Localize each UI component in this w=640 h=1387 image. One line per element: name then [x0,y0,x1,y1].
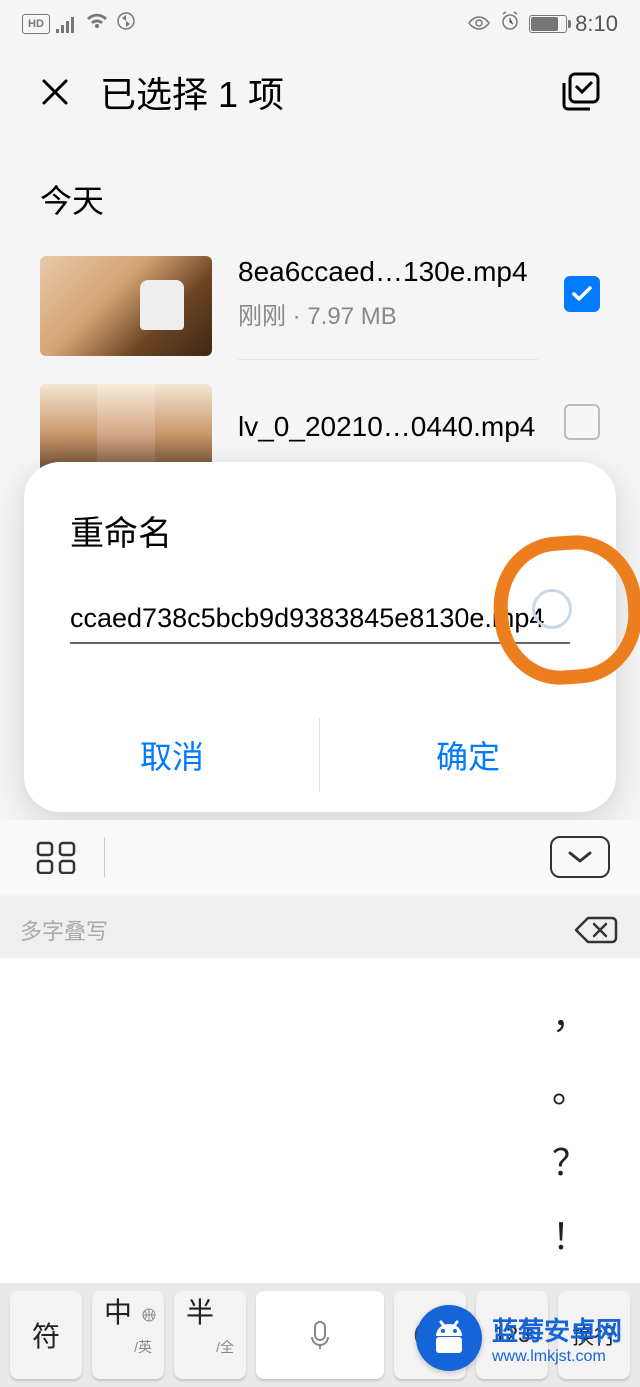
alarm-icon [499,10,521,38]
rename-dialog: 重命名 取消 确定 [24,462,616,812]
section-today: 今天 [0,146,640,240]
file-checkbox[interactable] [564,404,600,440]
halfwidth-key[interactable]: 半/全 [174,1291,246,1379]
backspace-icon[interactable] [572,912,620,948]
punct-period[interactable]: 。 [540,1061,600,1113]
wifi-icon [84,11,110,37]
status-bar: HD 8:10 [0,0,640,46]
file-row[interactable]: 8ea6ccaed…130e.mp4 刚刚 · 7.97 MB [0,240,640,372]
watermark: 蓝莓安卓网 www.lmkjst.com [416,1305,622,1371]
punct-question[interactable]: ？ [540,1134,600,1186]
language-key[interactable]: 中/英 [92,1291,164,1379]
symbol-key[interactable]: 符 [10,1291,82,1379]
page-title: 已选择 1 项 [100,66,284,118]
watermark-title: 蓝莓安卓网 [492,1311,622,1348]
ime-candidate-bar: 多字叠写 [0,896,640,964]
punct-exclaim[interactable]: ！ [540,1208,600,1260]
watermark-url: www.lmkjst.com [492,1348,606,1366]
file-name: 8ea6ccaed…130e.mp4 [238,256,538,288]
eye-icon [467,11,491,37]
close-icon[interactable] [38,75,72,109]
signal-icon [56,15,78,33]
handwriting-area[interactable]: ， 。 ？ ！ [0,958,640,1283]
watermark-logo-icon [416,1305,482,1371]
hd-badge: HD [22,14,50,34]
ime-toolbar [0,820,640,894]
select-all-icon[interactable] [560,71,602,113]
sync-icon [116,11,136,37]
text-cursor-handle[interactable] [532,589,572,629]
space-key[interactable] [256,1291,384,1379]
file-meta: 刚刚 · 7.97 MB [238,296,538,331]
divider [104,837,105,877]
collapse-keyboard-icon[interactable] [550,836,610,878]
battery-icon [529,15,567,33]
apps-icon[interactable] [30,836,84,878]
file-checkbox[interactable] [564,276,600,312]
filename-input[interactable] [70,595,570,644]
cancel-button[interactable]: 取消 [24,698,320,812]
file-name: lv_0_20210…0440.mp4 [238,411,538,443]
dialog-title: 重命名 [24,506,616,595]
confirm-button[interactable]: 确定 [320,698,616,812]
punct-comma[interactable]: ， [540,987,600,1039]
handwriting-hint: 多字叠写 [20,914,108,946]
status-time: 8:10 [575,11,618,37]
globe-icon [142,1297,156,1311]
video-thumbnail [40,256,212,356]
selection-header: 已选择 1 项 [0,46,640,146]
